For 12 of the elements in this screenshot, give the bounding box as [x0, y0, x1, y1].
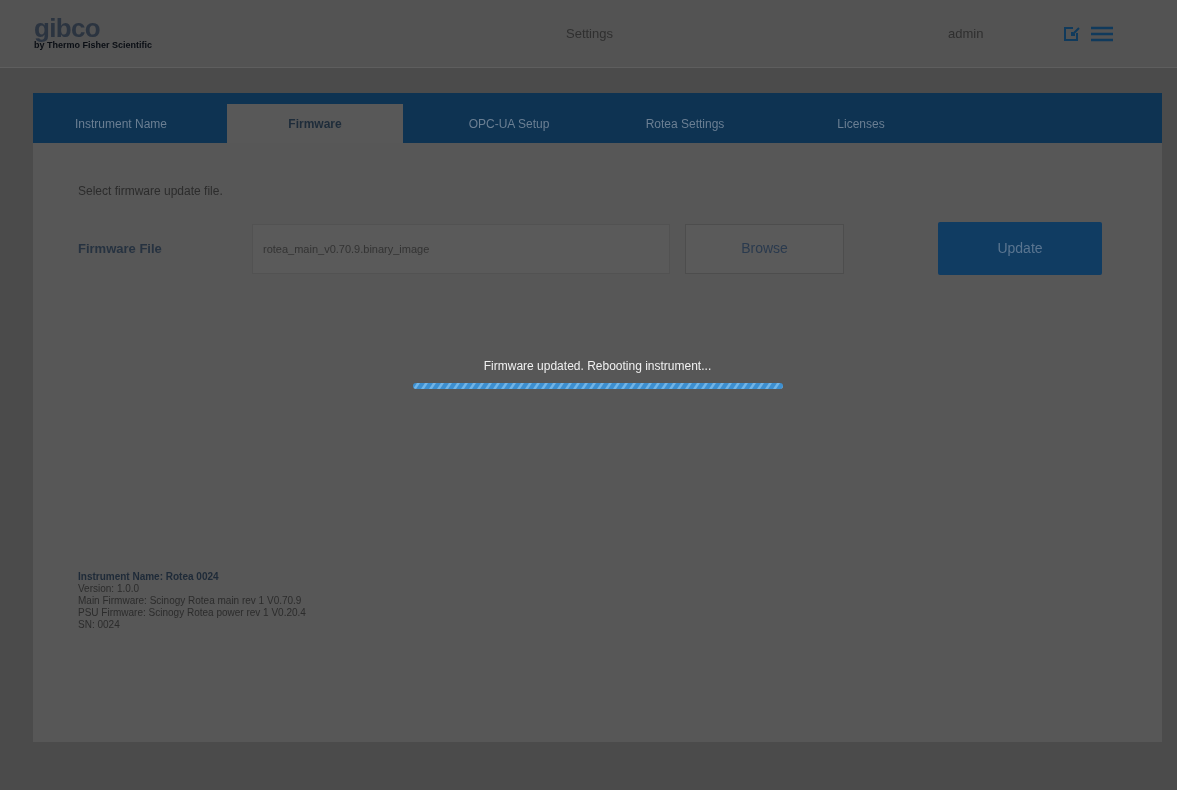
update-button[interactable]: Update — [938, 222, 1102, 275]
tab[interactable]: Firmware — [227, 104, 403, 143]
tab[interactable]: Rotea Settings — [597, 104, 773, 143]
progress-message: Firmware updated. Rebooting instrument... — [483, 358, 712, 375]
tab[interactable]: Licenses — [773, 104, 949, 143]
export-icon[interactable] — [1063, 25, 1082, 42]
logo-tagline: by Thermo Fisher Scientific — [34, 40, 153, 51]
tab[interactable]: OPC-UA Setup — [421, 104, 597, 143]
menu-icon[interactable] — [1091, 25, 1114, 42]
tab[interactable]: Instrument Name — [33, 104, 209, 143]
info-line: Instrument Name: Rotea 0024 — [78, 571, 219, 583]
logo: gibco — [34, 16, 101, 40]
